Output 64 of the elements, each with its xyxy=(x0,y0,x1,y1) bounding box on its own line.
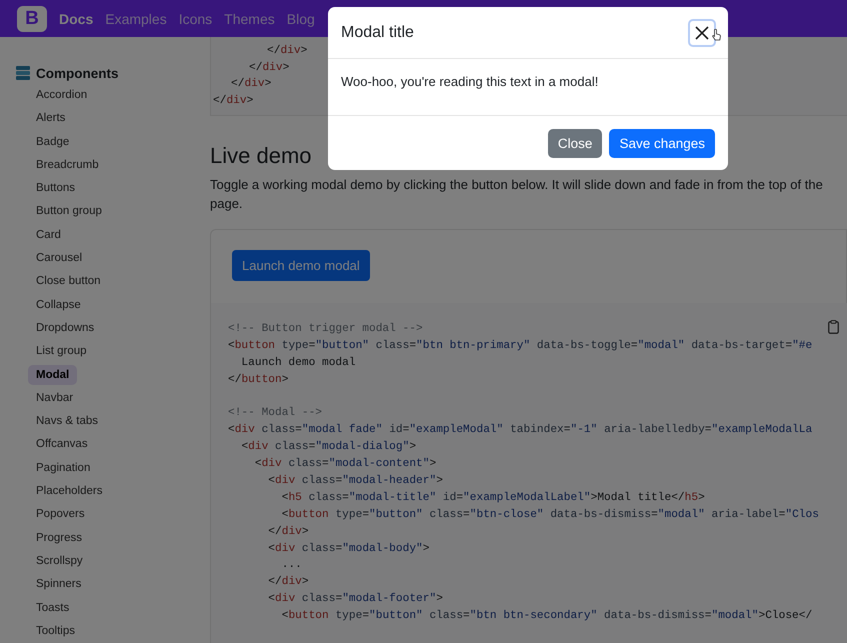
code-line: </div> xyxy=(248,60,290,76)
sidebar-item[interactable]: Badge xyxy=(28,130,78,154)
sidebar-item[interactable]: Close button xyxy=(28,270,109,294)
sidebar-item[interactable]: Modal xyxy=(28,365,78,386)
modal-title: Modal title xyxy=(341,24,414,42)
sidebar-item[interactable]: Dropdowns xyxy=(28,316,102,340)
code-line: <button type="button" class="btn btn-secondary" data-bs-dismiss="modal">Close</ xyxy=(280,608,812,624)
sidebar-item[interactable]: List group xyxy=(28,340,95,364)
code-line: <button type="button" class="btn-close" data-bs-dismiss="modal" aria-label="Clos xyxy=(280,508,819,523)
launch-button[interactable]: Launch demo modal xyxy=(232,250,370,281)
save-button[interactable]: Save changes xyxy=(609,129,715,158)
sidebar-item[interactable]: Scrollspy xyxy=(28,550,91,574)
sidebar-item[interactable]: Collapse xyxy=(28,294,89,317)
close-button[interactable]: Close xyxy=(548,129,602,158)
close-button[interactable] xyxy=(688,18,716,46)
sidebar-item[interactable]: Buttons xyxy=(28,177,83,200)
code-line: <div class="modal-content"> xyxy=(254,456,436,472)
sidebar-item[interactable]: Breadcrumb xyxy=(28,154,107,178)
sidebar-heading: Components xyxy=(36,66,118,80)
nav-link[interactable]: Icons xyxy=(178,10,212,26)
code-line: <div class="modal-footer"> xyxy=(267,592,443,608)
sidebar-item[interactable]: Offcanvas xyxy=(28,433,96,457)
code-line: </div> xyxy=(213,94,254,110)
code-line: <div class="modal-dialog"> xyxy=(240,440,416,456)
close-icon xyxy=(694,24,710,40)
nav-link[interactable]: Examples xyxy=(105,10,167,26)
modal-body-text: Woo-hoo, you're reading this text in a modal! xyxy=(341,74,598,89)
sidebar-item[interactable]: Button group xyxy=(28,200,110,224)
layers-icon xyxy=(16,66,30,80)
code-line: </div> xyxy=(267,524,309,540)
nav-link[interactable]: Blog xyxy=(286,10,315,26)
sidebar-item[interactable]: Spinners xyxy=(28,573,90,597)
code-line: </div> xyxy=(230,76,272,92)
section-heading: Live demo xyxy=(210,142,312,169)
code-line: <button type="button" class="btn btn-primary" data-bs-toggle="modal" data-bs-target="#e xyxy=(228,338,812,354)
logo[interactable]: B xyxy=(17,6,47,32)
sidebar-item[interactable]: Accordion xyxy=(28,84,96,108)
sidebar-item[interactable]: Toasts xyxy=(28,596,78,620)
code-line: </div> xyxy=(266,44,308,59)
sidebar-item[interactable]: Navs & tabs xyxy=(28,410,106,434)
hand-cursor-icon xyxy=(712,29,721,41)
code-line: <div class="modal-body"> xyxy=(267,542,430,557)
code-line: <div class="modal fade" id="exampleModal" tabindex="-1" aria-labelledby="exampleModalLa xyxy=(228,422,812,438)
code-line: <div class="modal-header"> xyxy=(267,474,443,489)
code-line: ... xyxy=(280,558,302,574)
code-line: Launch demo modal xyxy=(240,356,356,371)
nav-link[interactable]: Docs xyxy=(59,10,94,26)
section-text: Toggle a working modal demo by clicking the button below. It will slide down and fade in from the top of the page. xyxy=(210,176,824,213)
sidebar-item[interactable]: Card xyxy=(28,224,69,248)
code-line: </div> xyxy=(267,574,309,590)
sidebar-item[interactable]: Navbar xyxy=(28,386,82,410)
code-line: <!-- Modal --> xyxy=(228,406,322,422)
code-line: <h5 class="modal-title" id="exampleModalLabel">Modal title</h5> xyxy=(280,490,705,506)
sidebar-item[interactable]: Progress xyxy=(28,526,90,550)
code-line: </button> xyxy=(228,372,288,388)
sidebar-item[interactable]: Popovers xyxy=(28,503,93,527)
nav-link[interactable]: Themes xyxy=(224,10,275,26)
sidebar-item[interactable]: Placeholders xyxy=(28,480,110,504)
code-line: <!-- Button trigger modal --> xyxy=(228,322,423,337)
sidebar-item[interactable]: Pagination xyxy=(28,456,98,480)
clipboard-icon[interactable] xyxy=(828,320,839,334)
sidebar-item[interactable]: Alerts xyxy=(28,107,74,131)
sidebar-item[interactable]: Carousel xyxy=(28,247,90,270)
sidebar-item[interactable]: Tooltips xyxy=(28,620,83,643)
